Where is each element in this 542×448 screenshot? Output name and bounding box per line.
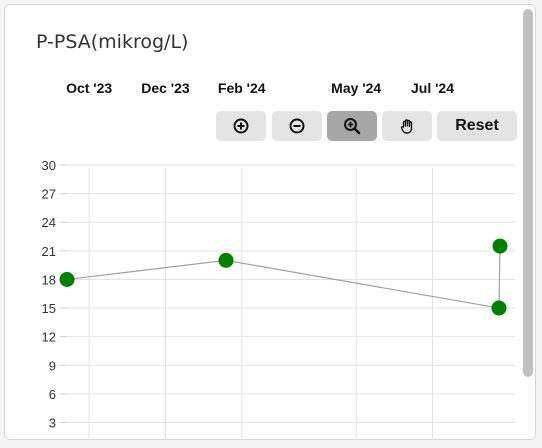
y-tick-label: 18: [42, 272, 56, 287]
y-tick-label: 12: [42, 330, 56, 345]
y-tick-label: 15: [42, 301, 56, 316]
y-tick-label: 6: [49, 387, 56, 402]
x-tick-label: Dec '23: [141, 80, 190, 96]
gridlines: [60, 164, 515, 440]
series-line: [59, 238, 508, 316]
chart-plot: 3 6 9 12 15 18 21 24 27 30 Oct '23 Dec '23 Feb '24 M…: [42, 80, 515, 440]
x-tick-label: Feb '24: [218, 80, 266, 96]
data-point: [492, 238, 508, 254]
data-point: [491, 300, 507, 316]
y-tick-label: 21: [42, 244, 56, 259]
x-tick-label: Oct '23: [66, 80, 112, 96]
y-tick-label: 27: [42, 187, 56, 202]
x-tick-label: Jul '24: [411, 80, 454, 96]
y-tick-label: 9: [49, 358, 56, 373]
y-axis-ticks: 3 6 9 12 15 18 21 24 27 30: [42, 158, 56, 431]
y-tick-label: 3: [49, 416, 56, 431]
y-tick-label: 30: [42, 158, 56, 173]
x-axis-ticks: Oct '23 Dec '23 Feb '24 May '24 Jul '24: [66, 80, 454, 96]
data-point: [59, 271, 75, 287]
y-tick-label: 24: [42, 215, 56, 230]
data-point: [218, 252, 234, 268]
x-tick-label: May '24: [331, 80, 381, 96]
series-path: [66, 246, 501, 309]
